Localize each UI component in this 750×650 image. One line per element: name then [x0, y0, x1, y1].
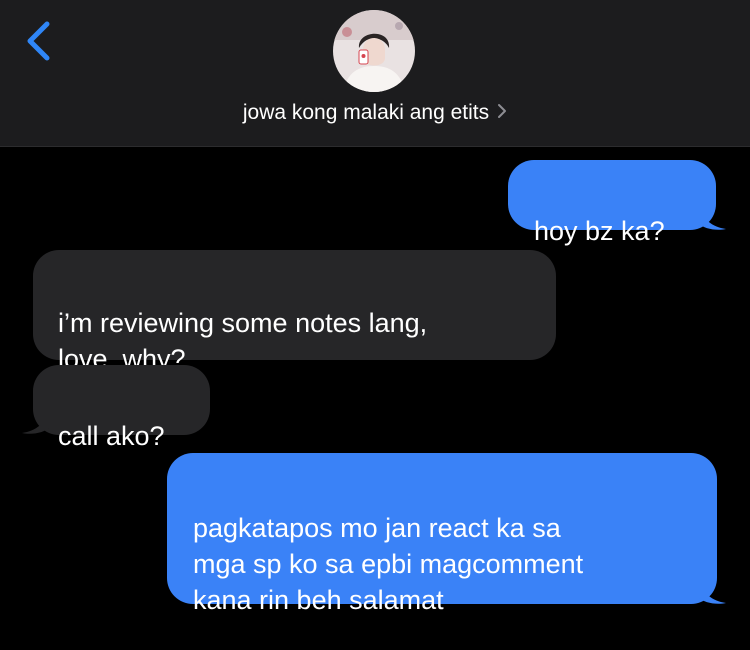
message-thread[interactable]: hoy bz ka? i’m reviewing some notes lang…: [0, 147, 750, 650]
sent-bubble-tail: [698, 579, 726, 604]
sent-bubble-tail: [698, 205, 726, 230]
chat-header: jowa kong malaki ang etits: [0, 0, 750, 147]
chevron-left-icon: [27, 21, 50, 61]
received-message-bubble[interactable]: i’m reviewing some notes lang, love. why…: [33, 250, 556, 374]
contact-avatar[interactable]: [333, 10, 415, 92]
back-button[interactable]: [20, 18, 60, 66]
sent-message-bubble[interactable]: hoy bz ka?: [508, 160, 716, 246]
message-text: hoy bz ka?: [534, 216, 665, 246]
contact-details-link[interactable]: jowa kong malaki ang etits: [0, 98, 750, 128]
avatar-photo: [333, 10, 415, 92]
chevron-right-icon: [497, 98, 507, 128]
sent-message-bubble[interactable]: pagkatapos mo jan react ka sa mga sp ko …: [167, 453, 717, 615]
message-text: call ako?: [58, 421, 165, 451]
received-bubble-tail: [22, 409, 50, 434]
received-message-bubble[interactable]: call ako?: [33, 365, 210, 451]
message-text: pagkatapos mo jan react ka sa mga sp ko …: [193, 513, 584, 615]
contact-name: jowa kong malaki ang etits: [242, 101, 490, 124]
